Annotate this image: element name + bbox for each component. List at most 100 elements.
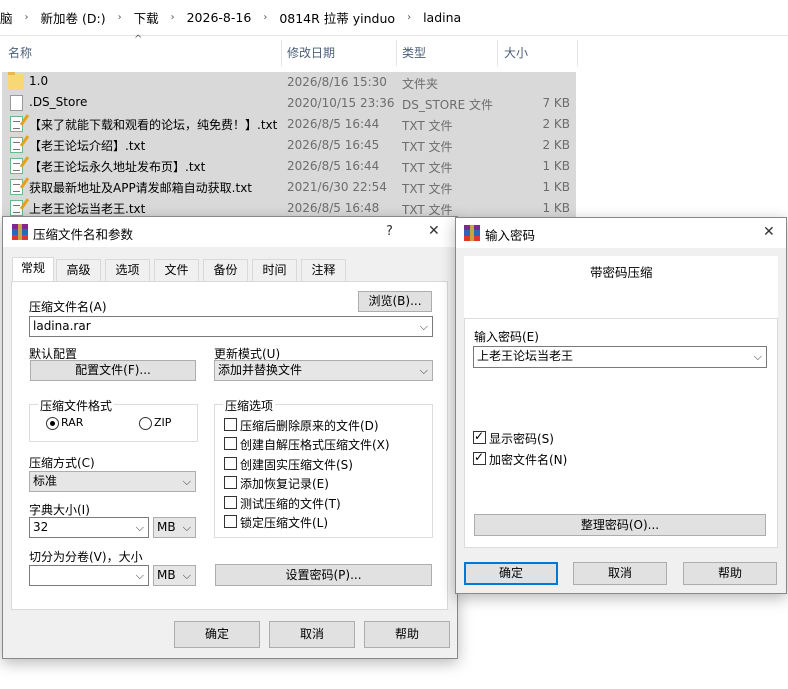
radio-rar[interactable] — [46, 417, 59, 430]
dictionary-select[interactable]: 32 ⌵ — [29, 517, 149, 538]
option-label: 测试压缩的文件(T) — [240, 497, 341, 511]
show-password-label: 显示密码(S) — [489, 432, 554, 446]
dictionary-label: 字典大小(I) — [29, 503, 90, 517]
breadcrumb-item[interactable]: 新加卷 (D:) — [41, 8, 106, 27]
file-modified: 2026/8/5 16:44 — [287, 159, 380, 173]
column-header-size[interactable]: 大小 — [504, 44, 528, 61]
chevron-down-icon[interactable]: ⌵ — [754, 347, 762, 366]
column-header-type[interactable]: 类型 — [402, 44, 426, 61]
file-type: DS_STORE 文件 — [402, 98, 493, 112]
file-modified: 2026/8/5 16:44 — [287, 117, 380, 131]
ok-button[interactable]: 确定 — [464, 562, 558, 585]
winrar-icon — [12, 224, 28, 240]
checkbox-recovery[interactable] — [224, 476, 237, 489]
archive-name-input[interactable]: ladina.rar ⌵ — [29, 316, 433, 337]
help-button[interactable]: 帮助 — [683, 562, 777, 585]
tab-files[interactable]: 文件 — [154, 259, 199, 281]
password-input[interactable]: 上老王论坛当老王 ⌵ — [473, 346, 767, 368]
dictionary-unit-select[interactable]: MB ⌵ — [153, 517, 196, 538]
tab-advanced[interactable]: 高级 — [56, 259, 101, 281]
column-divider[interactable] — [281, 40, 282, 66]
checkbox-sfx[interactable] — [224, 437, 237, 450]
option-label: 创建固实压缩文件(S) — [240, 458, 353, 472]
chevron-right-icon: › — [407, 12, 412, 23]
checkbox-test[interactable] — [224, 496, 237, 509]
organize-passwords-button[interactable]: 整理密码(O)... — [474, 514, 766, 536]
browse-button[interactable]: 浏览(B)... — [358, 291, 432, 312]
checkbox-delete-after[interactable] — [224, 418, 237, 431]
file-name: 【来了就能下载和观看的论坛，纯免费！】.txt — [29, 118, 278, 132]
breadcrumb-item[interactable]: ladina — [423, 10, 461, 25]
archive-format-title: 压缩文件格式 — [38, 397, 115, 414]
chevron-down-icon[interactable]: ⌵ — [183, 518, 191, 537]
show-password-checkbox[interactable] — [473, 429, 486, 444]
update-mode-value: 添加并替换文件 — [218, 363, 303, 377]
help-button[interactable]: 帮助 — [364, 621, 450, 648]
compression-options-title: 压缩选项 — [223, 397, 276, 414]
chevron-down-icon[interactable]: ⌵ — [136, 518, 144, 537]
tab-backup[interactable]: 备份 — [203, 259, 248, 281]
file-type: TXT 文件 — [402, 140, 453, 154]
radio-zip[interactable] — [139, 417, 152, 430]
text-file-icon — [10, 200, 23, 216]
chevron-down-icon[interactable]: ⌵ — [183, 566, 191, 585]
breadcrumb-item[interactable]: 下载 — [134, 8, 159, 27]
file-name: 上老王论坛当老王.txt — [29, 202, 146, 216]
column-header-modified[interactable]: 修改日期 — [287, 44, 335, 61]
checkbox-solid[interactable] — [224, 457, 237, 470]
chevron-down-icon[interactable]: ⌵ — [136, 566, 144, 585]
file-row[interactable]: 1.0 2026/8/16 15:30 文件夹 — [2, 72, 576, 93]
set-password-button[interactable]: 设置密码(P)... — [215, 564, 432, 586]
title-bar[interactable]: 输入密码 ✕ — [456, 218, 786, 248]
file-row[interactable]: .DS_Store 2020/10/15 23:36 DS_STORE 文件 7… — [2, 93, 576, 114]
file-row[interactable]: 【老王论坛永久地址发布页】.txt 2026/8/5 16:44 TXT 文件 … — [2, 156, 576, 177]
column-divider[interactable] — [396, 40, 397, 66]
chevron-right-icon: › — [263, 12, 268, 23]
address-bar[interactable]: 脑 › 新加卷 (D:) › 下载 › 2026-8-16 › 0814R 拉蒂… — [0, 0, 788, 36]
split-size-input[interactable]: ⌵ — [29, 565, 149, 586]
chevron-down-icon[interactable]: ⌵ — [420, 361, 428, 380]
file-row[interactable]: 获取最新地址及APP请发邮箱自动获取.txt 2021/6/30 22:54 T… — [2, 177, 576, 198]
help-icon[interactable]: ? — [386, 224, 393, 239]
file-size: 1 KB — [542, 159, 570, 173]
tab-time[interactable]: 时间 — [252, 259, 297, 281]
close-icon[interactable]: ✕ — [763, 224, 775, 240]
dialog-title: 输入密码 — [485, 228, 536, 243]
file-name: .DS_Store — [29, 95, 88, 109]
text-file-icon — [10, 179, 23, 195]
breadcrumb-item[interactable]: 脑 — [0, 8, 13, 27]
cancel-button[interactable]: 取消 — [269, 621, 355, 648]
file-row[interactable]: 【来了就能下载和观看的论坛，纯免费！】.txt 2026/8/5 16:44 T… — [2, 114, 576, 135]
split-unit-select[interactable]: MB ⌵ — [153, 565, 196, 586]
encrypt-filenames-checkbox[interactable] — [473, 450, 486, 465]
text-file-icon — [10, 158, 23, 174]
password-heading: 带密码压缩 — [590, 265, 653, 280]
folder-icon — [8, 72, 24, 90]
method-select[interactable]: 标准 ⌵ — [29, 471, 196, 492]
update-mode-select[interactable]: 添加并替换文件 ⌵ — [214, 360, 433, 381]
method-label: 压缩方式(C) — [29, 456, 95, 470]
column-divider[interactable] — [577, 40, 578, 66]
tab-general[interactable]: 常规 — [12, 257, 54, 282]
cancel-button[interactable]: 取消 — [573, 562, 667, 585]
dictionary-value: 32 — [33, 520, 49, 534]
chevron-down-icon[interactable]: ⌵ — [420, 317, 428, 336]
close-icon[interactable]: ✕ — [428, 223, 440, 239]
tab-options[interactable]: 选项 — [105, 259, 150, 281]
checkbox-lock[interactable] — [224, 515, 237, 528]
profiles-button[interactable]: 配置文件(F)... — [30, 360, 196, 381]
file-row[interactable]: 【老王论坛介绍】.txt 2026/8/5 16:45 TXT 文件 2 KB — [2, 135, 576, 156]
file-modified: 2026/8/16 15:30 — [287, 75, 387, 89]
split-label: 切分为分卷(V)，大小 — [29, 550, 143, 564]
column-divider[interactable] — [497, 40, 498, 66]
tab-comment[interactable]: 注释 — [301, 259, 346, 281]
ok-button[interactable]: 确定 — [174, 621, 260, 648]
title-bar[interactable]: 压缩文件名和参数 ? ✕ — [3, 217, 457, 247]
radio-zip-label: ZIP — [154, 416, 172, 429]
chevron-right-icon: › — [170, 12, 175, 23]
breadcrumb-item[interactable]: 0814R 拉蒂 yinduo — [279, 8, 395, 27]
breadcrumb-item[interactable]: 2026-8-16 — [187, 10, 252, 25]
column-header-name[interactable]: 名称 — [8, 44, 32, 61]
chevron-down-icon[interactable]: ⌵ — [183, 472, 191, 491]
file-modified: 2020/10/15 23:36 — [287, 96, 395, 110]
